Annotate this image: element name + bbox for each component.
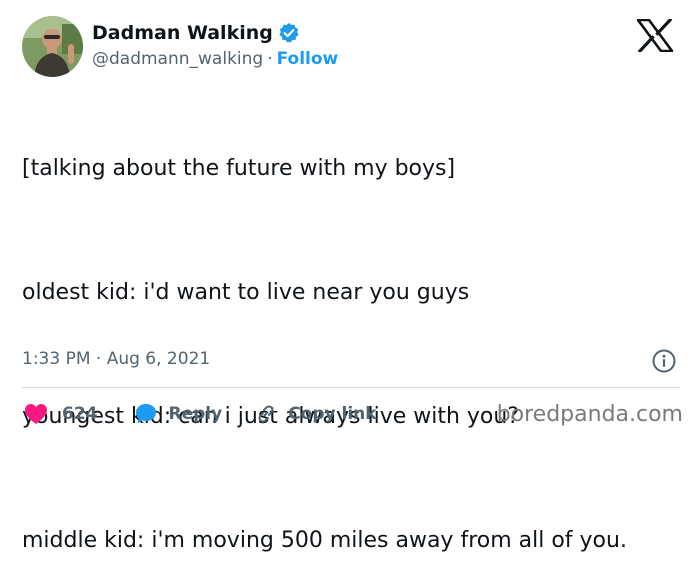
info-icon[interactable] [651, 348, 677, 374]
copy-link-button[interactable]: Copy link [254, 402, 377, 426]
tweet-line: [talking about the future with my boys] [22, 156, 456, 181]
author-name-row: Dadman Walking [92, 22, 300, 44]
x-logo-icon[interactable] [636, 17, 674, 54]
like-button[interactable]: 624 [24, 403, 98, 425]
copy-link-label: Copy link [288, 404, 377, 424]
separator-dot: · [267, 49, 273, 69]
display-name[interactable]: Dadman Walking [92, 22, 273, 44]
follow-button[interactable]: Follow [277, 49, 339, 69]
tweet-text: [talking about the future with my boys] … [22, 91, 682, 587]
action-bar: 624 Reply Copy link [22, 399, 377, 429]
tweet-timestamp[interactable]: 1:33 PM · Aug 6, 2021 [22, 349, 210, 369]
reply-label: Reply [168, 404, 223, 424]
reply-button[interactable]: Reply [134, 402, 223, 426]
verified-badge-icon [278, 22, 300, 44]
link-icon [254, 402, 278, 426]
reply-bubble-icon [134, 402, 158, 426]
tweet-line: middle kid: i'm moving 500 miles away fr… [22, 528, 627, 553]
like-count: 624 [62, 404, 98, 424]
tweet-line: oldest kid: i'd want to live near you gu… [22, 280, 470, 305]
divider [22, 387, 680, 388]
author-handle[interactable]: @dadmann_walking [92, 49, 263, 69]
watermark: boredpanda.com [496, 402, 683, 427]
avatar[interactable] [22, 16, 83, 77]
handle-row: @dadmann_walking · Follow [92, 49, 338, 69]
heart-icon [24, 403, 48, 425]
